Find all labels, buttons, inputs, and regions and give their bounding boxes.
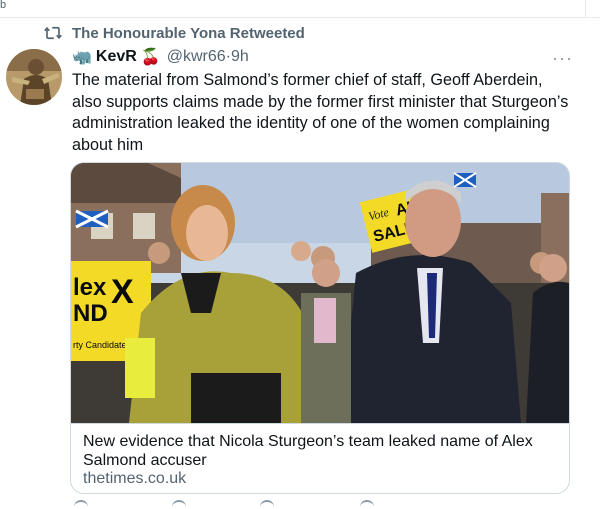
- tweet-time[interactable]: 9h: [231, 48, 249, 66]
- more-icon[interactable]: ···: [552, 48, 573, 69]
- tweet-text: The material from Salmond’s former chief…: [72, 71, 569, 154]
- retweet-action-icon[interactable]: [172, 500, 186, 509]
- like-icon[interactable]: [260, 500, 274, 509]
- avatar[interactable]: [6, 49, 62, 105]
- retweet-icon: [44, 26, 62, 40]
- cherry-emoji: 🍒: [140, 49, 161, 66]
- retweet-indicator[interactable]: The Honourable Yona Retweeted: [44, 24, 305, 42]
- author-name[interactable]: KevR: [96, 48, 137, 66]
- svg-text:X: X: [111, 273, 134, 311]
- retweeter-label[interactable]: The Honourable Yona Retweeted: [72, 25, 305, 42]
- svg-text:lex: lex: [73, 274, 107, 301]
- share-icon[interactable]: [360, 500, 374, 509]
- svg-text:rty Candidate: rty Candidate: [73, 340, 127, 350]
- rhino-emoji: 🦏: [72, 49, 92, 66]
- svg-text:ND: ND: [73, 300, 108, 327]
- card-title[interactable]: New evidence that Nicola Sturgeon’s team…: [83, 432, 553, 470]
- link-card[interactable]: lex ND X rty Candidate Vote AL SALMO New…: [70, 162, 570, 494]
- reply-icon[interactable]: [74, 500, 88, 509]
- avatar-photo: [6, 49, 62, 105]
- column-border: [585, 0, 586, 18]
- author-handle[interactable]: @kwr66: [167, 48, 226, 66]
- news-photo[interactable]: lex ND X rty Candidate Vote AL SALMO: [71, 163, 569, 423]
- cropped-glyph: b: [0, 0, 7, 11]
- card-domain[interactable]: thetimes.co.uk: [83, 470, 186, 488]
- tweet-actions: [60, 500, 540, 507]
- divider: [0, 17, 600, 18]
- tweet-header: 🦏 KevR 🍒 @kwr66 · 9h: [72, 46, 249, 68]
- card-divider: [71, 423, 569, 424]
